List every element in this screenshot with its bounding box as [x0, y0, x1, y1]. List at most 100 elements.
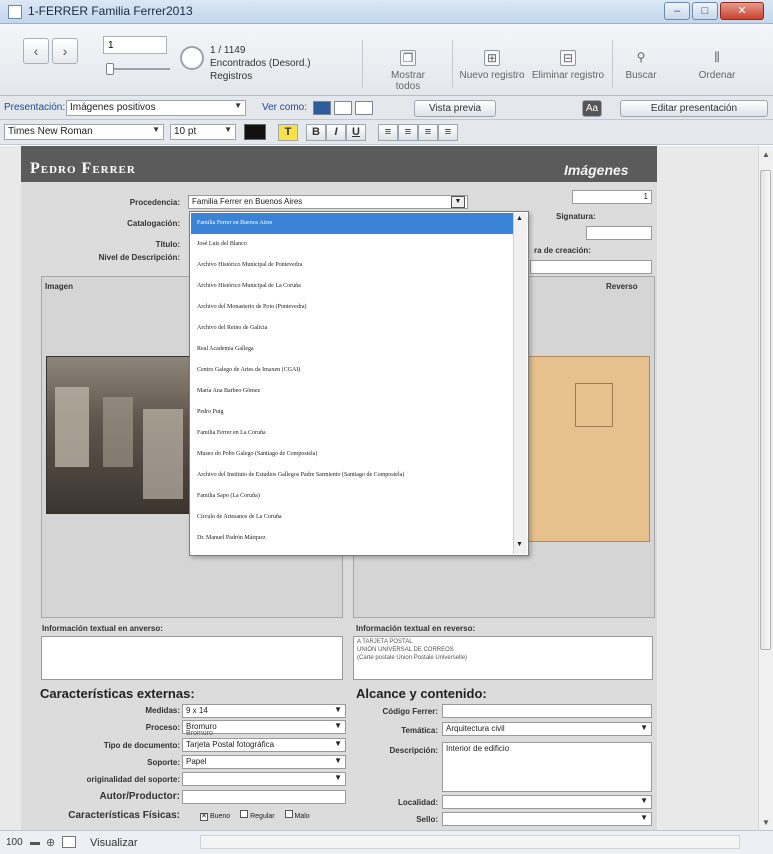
- localidad-field[interactable]: ▼: [442, 795, 652, 809]
- records-label: Registros: [210, 71, 253, 82]
- dropdown-option[interactable]: Círculo de Artesanos de La Coruña: [191, 507, 513, 528]
- delete-record-button[interactable]: ⊟ Eliminar registro: [528, 50, 608, 81]
- descripcion-field[interactable]: Interior de edificio: [442, 742, 652, 792]
- layout-bar: Presentación: Imágenes positivos ▼ Ver co…: [0, 96, 773, 120]
- bold-button[interactable]: B: [306, 124, 326, 141]
- fecha-creacion-field[interactable]: [530, 260, 652, 274]
- soporte-field[interactable]: Papel ▼: [182, 755, 346, 769]
- dropdown-option[interactable]: José Luis del Blanco: [191, 234, 513, 255]
- vertical-scroll-thumb[interactable]: [760, 170, 771, 650]
- maximize-button[interactable]: □: [692, 2, 718, 20]
- align-left-button[interactable]: ≡: [378, 124, 398, 141]
- tipo-documento-field[interactable]: Tarjeta Postal fotográfica ▼: [182, 738, 346, 752]
- italic-button[interactable]: I: [326, 124, 346, 141]
- procedencia-dropdown-list: Familia Ferrer en Buenos Aires José Luis…: [189, 211, 529, 556]
- dropdown-scrollbar[interactable]: ▲ ▼: [513, 213, 527, 554]
- record-number-field[interactable]: 1: [572, 190, 652, 204]
- layout-label: Presentación:: [4, 102, 66, 113]
- dropdown-option[interactable]: Familia Ferrer en La Coruña: [191, 423, 513, 444]
- dropdown-option[interactable]: Archivo Histórico Municipal de Pontevedr…: [191, 255, 513, 276]
- zoom-in-icon[interactable]: ⊕: [46, 836, 55, 849]
- info-reverso-field[interactable]: A TARJETA POSTAL UNIÓN UNIVERSAL DE CORR…: [353, 636, 653, 680]
- malo-checkbox[interactable]: [284, 810, 293, 818]
- dropdown-option[interactable]: Pedro Puig: [191, 402, 513, 423]
- dropdown-option[interactable]: Archivo del Reino de Galicia: [191, 318, 513, 339]
- find-button[interactable]: ⚲ Buscar: [618, 50, 664, 81]
- signatura-field[interactable]: [586, 226, 652, 240]
- procedencia-field[interactable]: Familia Ferrer en Buenos Aires ▼: [188, 195, 468, 209]
- sort-button[interactable]: ⫼ Ordenar: [692, 50, 742, 81]
- dropdown-option[interactable]: Centro Galego de Artes da Imaxen (CGAI): [191, 360, 513, 381]
- previous-record-button[interactable]: ‹: [23, 38, 49, 64]
- highlight-text-button[interactable]: T: [278, 124, 298, 141]
- codigo-ferrer-label: Código Ferrer:: [382, 707, 438, 716]
- toolbar-separator: [452, 40, 453, 88]
- chevron-down-icon: ▼: [334, 773, 342, 782]
- form-view-icon[interactable]: [313, 101, 331, 115]
- record-count: 1 / 1149 Encontrados (Desord.) Registros: [210, 44, 311, 83]
- align-center-button[interactable]: ≡: [398, 124, 418, 141]
- new-record-icon: ⊞: [484, 50, 500, 66]
- section-title: Imágenes: [564, 162, 629, 178]
- font-select[interactable]: Times New Roman ▼: [4, 124, 164, 140]
- dropdown-option[interactable]: Real Academia Gallega: [191, 339, 513, 360]
- dropdown-option[interactable]: Dr. Manuel Padrón Márquez: [191, 528, 513, 549]
- chevron-down-icon: ▼: [640, 723, 648, 732]
- format-bar: Times New Roman ▼ 10 pt ▼ T B I U ≡ ≡ ≡ ≡: [0, 120, 773, 145]
- zoom-level[interactable]: 100: [6, 837, 23, 848]
- record-slider-track[interactable]: [106, 68, 170, 70]
- layout-select[interactable]: Imágenes positivos ▼: [66, 100, 246, 116]
- text-color-picker[interactable]: [244, 124, 266, 140]
- close-button[interactable]: ✕: [720, 2, 764, 20]
- horizontal-scrollbar[interactable]: [200, 835, 740, 849]
- titulo-label: Título:: [155, 240, 180, 249]
- scroll-up-icon[interactable]: ▲: [762, 150, 770, 159]
- originalidad-soporte-label: originalidad del soporte:: [86, 775, 180, 784]
- chevron-down-icon: ▼: [234, 101, 242, 110]
- postcard-back-image: [528, 356, 650, 542]
- text-size-icon[interactable]: Aa: [582, 100, 602, 117]
- medidas-field[interactable]: 9 x 14 ▼: [182, 704, 346, 718]
- dropdown-option[interactable]: Archivo del Monasterio de Poio (Ponteved…: [191, 297, 513, 318]
- status-toolbar-toggle-icon[interactable]: [62, 836, 76, 848]
- autor-productor-field[interactable]: [182, 790, 346, 804]
- signatura-label: Signatura:: [556, 212, 596, 221]
- chevron-down-icon: ▼: [334, 756, 342, 765]
- nivel-descripcion-label: Nivel de Descripción:: [98, 253, 180, 262]
- originalidad-soporte-field[interactable]: ▼: [182, 772, 346, 786]
- dropdown-option[interactable]: Archivo Histórico Municipal de La Coruña: [191, 276, 513, 297]
- show-all-button[interactable]: ❐ Mostrar todos: [378, 50, 438, 92]
- font-size-select[interactable]: 10 pt ▼: [170, 124, 236, 140]
- bueno-checkbox[interactable]: ✕: [200, 813, 208, 821]
- align-right-button[interactable]: ≡: [418, 124, 438, 141]
- found-set-pie-icon: [180, 46, 204, 70]
- record-slider-knob[interactable]: [106, 63, 114, 75]
- tematica-field[interactable]: Arquitectura civil ▼: [442, 722, 652, 736]
- next-record-button[interactable]: ›: [52, 38, 78, 64]
- zoom-out-icon[interactable]: ▬: [30, 837, 40, 848]
- dropdown-option[interactable]: Familia Ferrer en Buenos Aires: [191, 213, 513, 234]
- dropdown-option[interactable]: Museo do Pobo Galego (Santiago de Compos…: [191, 444, 513, 465]
- dropdown-option[interactable]: Familia Sapo (La Coruña): [191, 486, 513, 507]
- tematica-label: Temática:: [401, 726, 438, 735]
- justify-button[interactable]: ≡: [438, 124, 458, 141]
- descripcion-label: Descripción:: [389, 746, 438, 755]
- list-view-icon[interactable]: [334, 101, 352, 115]
- preview-button[interactable]: Vista previa: [414, 100, 496, 117]
- codigo-ferrer-field[interactable]: [442, 704, 652, 718]
- edit-layout-button[interactable]: Editar presentación: [620, 100, 768, 117]
- dropdown-option[interactable]: María Ana Barbeo Gómez: [191, 381, 513, 402]
- dropdown-option[interactable]: Archivo del Instituto de Estudios Galleg…: [191, 465, 513, 486]
- table-view-icon[interactable]: [355, 101, 373, 115]
- toolbar-separator: [612, 40, 613, 88]
- scroll-up-icon[interactable]: ▲: [516, 215, 523, 222]
- scroll-down-icon[interactable]: ▼: [762, 818, 770, 827]
- regular-checkbox[interactable]: [240, 810, 249, 818]
- record-number-input[interactable]: [103, 36, 167, 54]
- scroll-down-icon[interactable]: ▼: [516, 541, 523, 548]
- minimize-button[interactable]: –: [664, 2, 690, 20]
- new-record-button[interactable]: ⊞ Nuevo registro: [458, 50, 526, 81]
- info-anverso-field[interactable]: [41, 636, 343, 680]
- sello-field[interactable]: ▼: [442, 812, 652, 826]
- underline-button[interactable]: U: [346, 124, 366, 141]
